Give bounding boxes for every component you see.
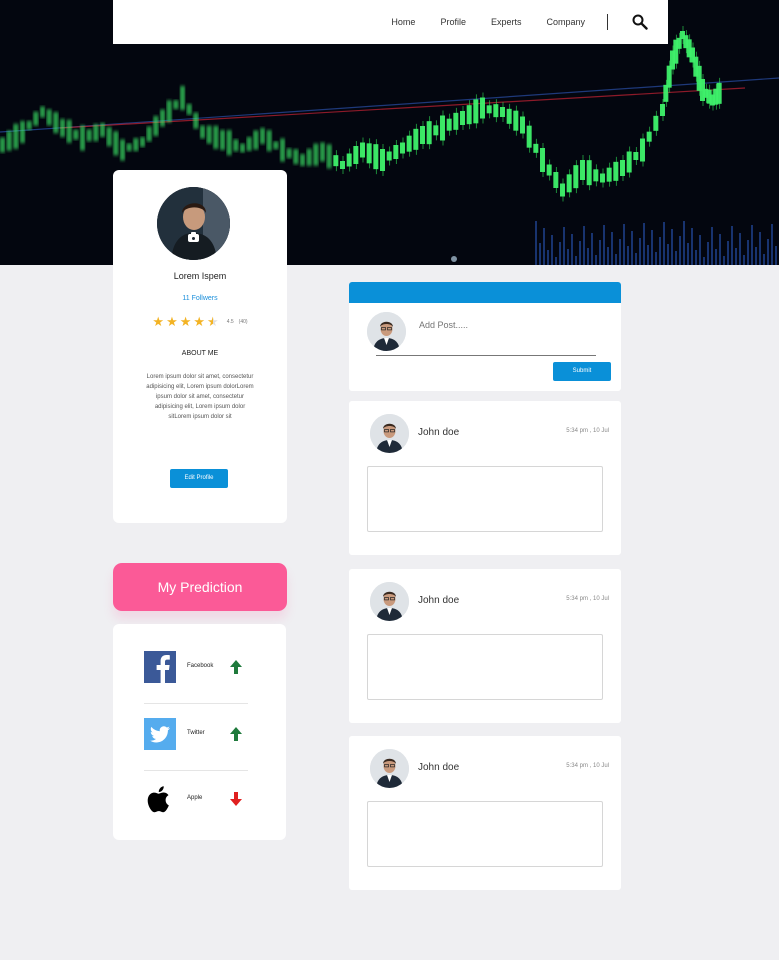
- post-author[interactable]: John doe: [418, 762, 459, 773]
- edit-profile-button[interactable]: Edit Profile: [170, 469, 228, 488]
- post-card: John doe 5:34 pm , 10 Jul: [349, 569, 621, 723]
- avatar[interactable]: [370, 414, 409, 453]
- post-author[interactable]: John doe: [418, 595, 459, 606]
- add-post-input[interactable]: [419, 320, 589, 330]
- search-icon[interactable]: [632, 14, 648, 30]
- arrow-down-icon: [230, 792, 242, 806]
- rating-count: (40): [238, 318, 248, 325]
- avatar[interactable]: [370, 749, 409, 788]
- avatar[interactable]: [367, 312, 406, 351]
- star-icon: ★: [166, 314, 178, 329]
- prediction-label: Facebook: [187, 663, 214, 669]
- avatar[interactable]: [370, 582, 409, 621]
- star-icon: ★: [152, 314, 165, 329]
- profile-card: Lorem Ispem 11 Follwers ★ ★ ★ ★ ★ 4.5 (4…: [113, 170, 287, 523]
- post-timestamp: 5:34 pm , 10 Jul: [566, 428, 609, 434]
- avatar[interactable]: [157, 187, 230, 260]
- prediction-item-apple[interactable]: Apple: [144, 783, 251, 817]
- nav-company[interactable]: Company: [546, 17, 585, 27]
- twitter-icon: [144, 718, 176, 750]
- prediction-label: Apple: [187, 795, 203, 801]
- post-timestamp: 5:34 pm , 10 Jul: [566, 596, 609, 602]
- nav-home[interactable]: Home: [391, 17, 415, 27]
- apple-icon: [147, 786, 169, 813]
- post-composer: Submit: [349, 282, 621, 391]
- nav-divider: [607, 14, 608, 30]
- post-content: [367, 634, 603, 700]
- post-content: [367, 466, 603, 532]
- star-icon: ★: [179, 314, 192, 329]
- my-prediction-button[interactable]: My Prediction: [113, 563, 287, 611]
- prediction-label: Twitter: [187, 730, 205, 736]
- arrow-up-icon: [230, 727, 242, 741]
- prediction-list: Facebook Twitter Apple: [113, 624, 286, 840]
- prediction-item-facebook[interactable]: Facebook: [144, 651, 251, 685]
- followers-link[interactable]: 11 Follwers: [113, 295, 287, 302]
- nav-experts[interactable]: Experts: [491, 17, 522, 27]
- facebook-icon: [144, 651, 176, 683]
- divider: [144, 770, 248, 771]
- camera-icon[interactable]: [188, 232, 199, 242]
- profile-name: Lorem Ispem: [173, 271, 227, 281]
- half-star-icon: ★: [207, 314, 219, 329]
- post-author[interactable]: John doe: [418, 427, 459, 438]
- post-content: [367, 801, 603, 867]
- prediction-item-twitter[interactable]: Twitter: [144, 718, 251, 752]
- about-title: ABOUT ME: [181, 350, 219, 357]
- divider: [144, 703, 248, 704]
- rating-value: 4.5: [226, 318, 234, 325]
- post-card: John doe 5:34 pm , 10 Jul: [349, 401, 621, 555]
- nav-profile[interactable]: Profile: [440, 17, 466, 27]
- star-icon: ★: [193, 314, 206, 329]
- input-underline: [376, 355, 596, 356]
- about-text: Lorem ipsum dolor sit amet, consectetur …: [146, 374, 254, 420]
- arrow-up-icon: [230, 660, 242, 674]
- post-timestamp: 5:34 pm , 10 Jul: [566, 763, 609, 769]
- post-card: John doe 5:34 pm , 10 Jul: [349, 736, 621, 890]
- rating: ★ ★ ★ ★ ★ 4.5 (40): [113, 315, 287, 328]
- top-nav: Home Profile Experts Company: [113, 0, 668, 44]
- composer-header-bar: [349, 282, 621, 303]
- submit-button[interactable]: Submit: [553, 362, 611, 381]
